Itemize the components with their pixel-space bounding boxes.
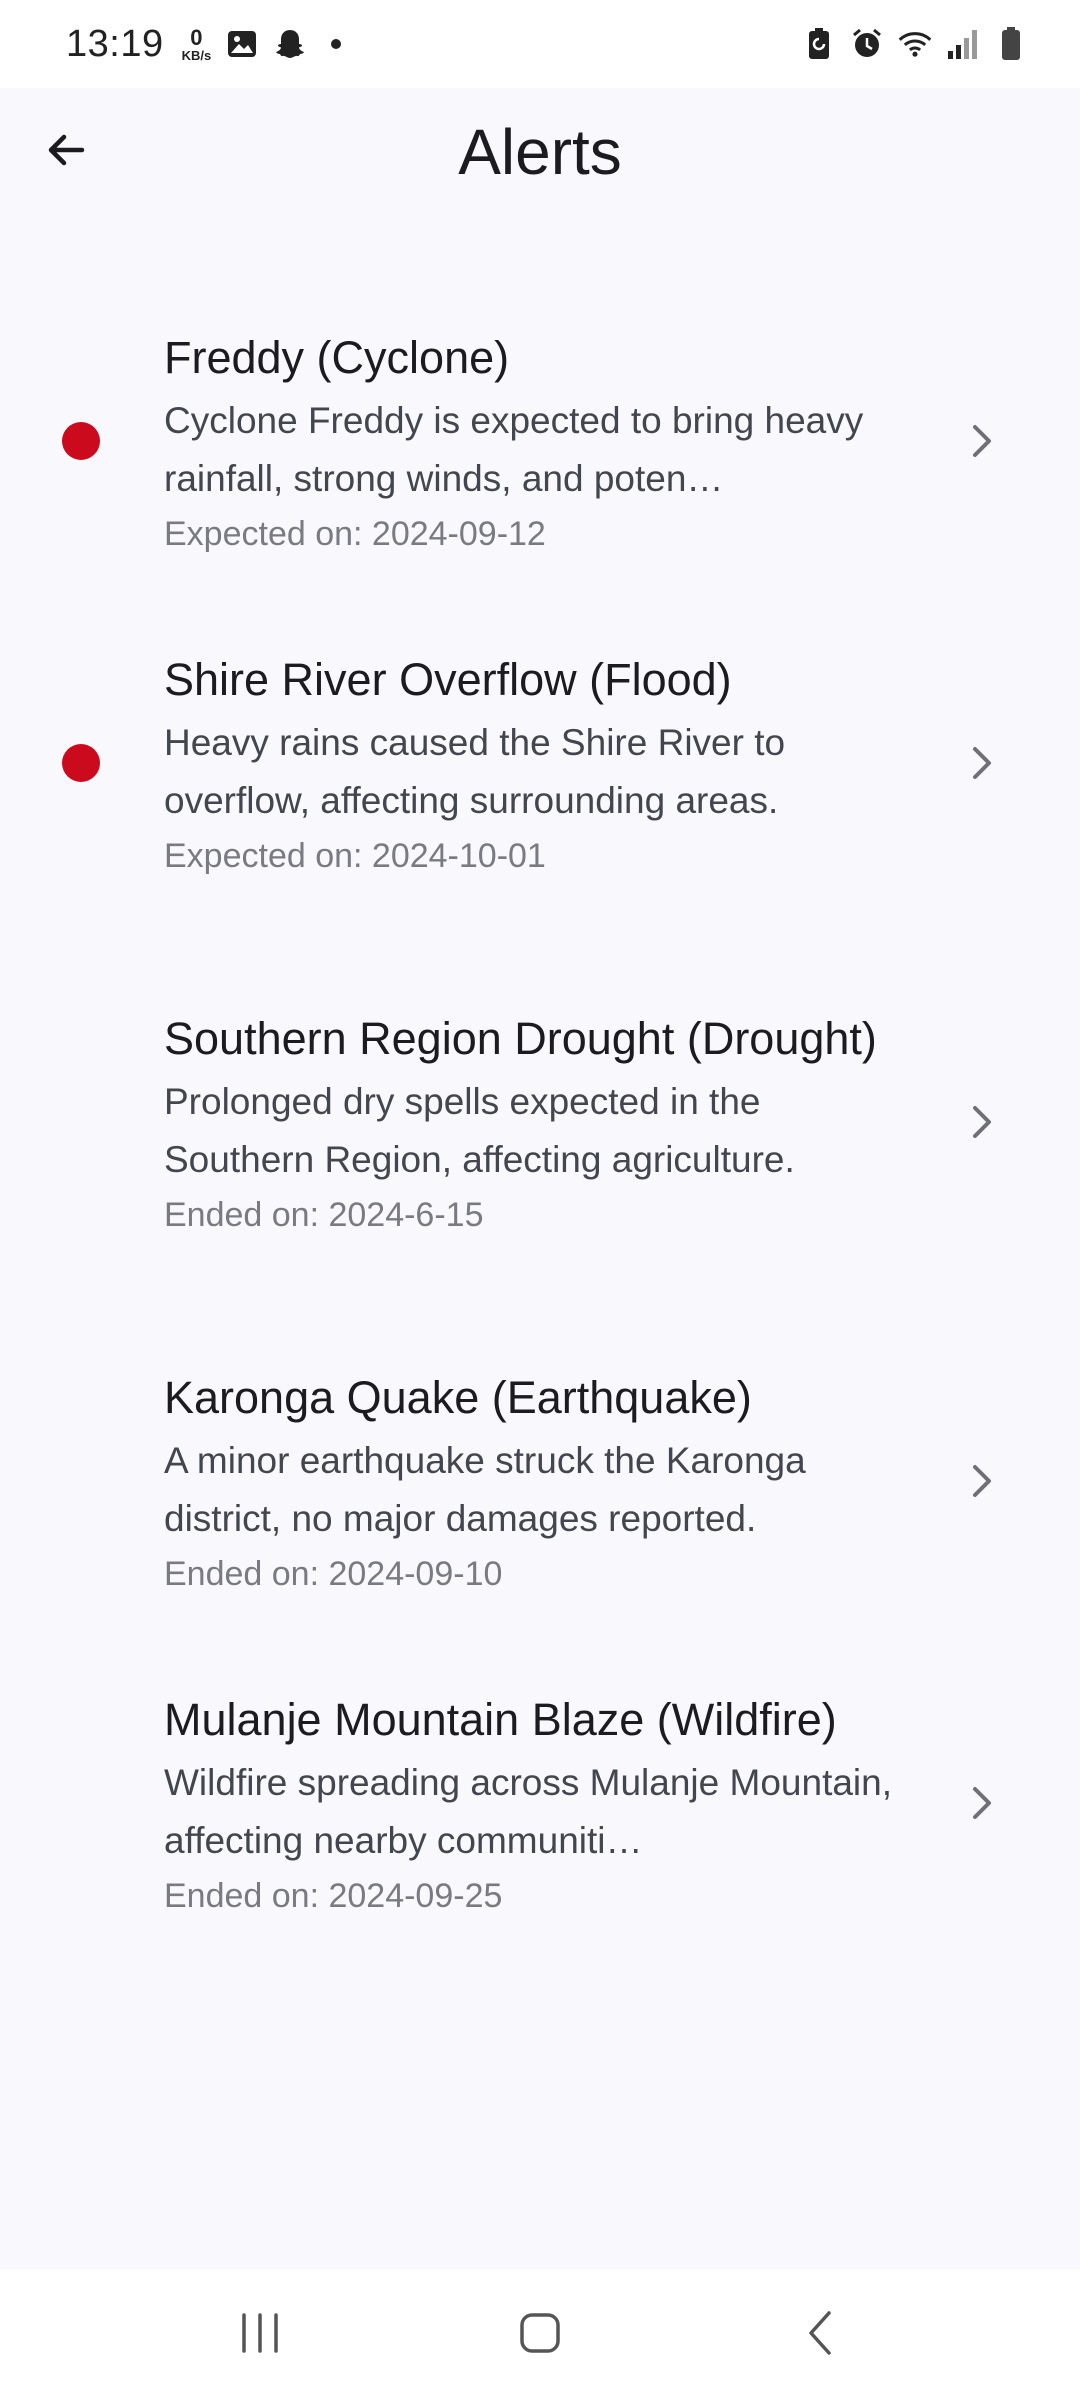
net-speed: 0 KB/s [181, 24, 212, 63]
notification-dot [331, 39, 342, 49]
recent-apps-button[interactable] [210, 2295, 310, 2375]
status-left: 13:19 0 KB/s [66, 22, 342, 66]
alert-item-karonga-quake[interactable]: Karonga Quake (Earthquake) A minor earth… [0, 1320, 1080, 1642]
alert-description: A minor earthquake struck the Karonga di… [164, 1439, 806, 1539]
active-alert-dot [62, 422, 100, 460]
alert-item-freddy[interactable]: Freddy (Cyclone) Cyclone Freddy is expec… [0, 280, 1080, 602]
alert-title: Shire River Overflow (Flood) [164, 653, 732, 705]
alert-title: Karonga Quake (Earthquake) [164, 1371, 752, 1423]
alarm-icon [850, 27, 884, 61]
app-bar: Alerts [0, 88, 1080, 216]
chevron-left-icon [805, 2309, 835, 2362]
alert-date: Ended on: 2024-09-25 [164, 1876, 503, 1915]
net-speed-unit: KB/s [181, 47, 212, 63]
gallery-icon [225, 27, 259, 61]
alert-date: Expected on: 2024-09-12 [164, 514, 546, 553]
alert-title: Mulanje Mountain Blaze (Wildfire) [164, 1693, 837, 1745]
alert-date: Expected on: 2024-10-01 [164, 836, 546, 875]
status-right [802, 27, 1028, 61]
alert-title: Freddy (Cyclone) [164, 331, 510, 383]
battery-saver-icon [802, 27, 836, 61]
status-bar: 13:19 0 KB/s [0, 0, 1080, 88]
home-icon [518, 2311, 562, 2360]
alert-description: Prolonged dry spells expected in the Sou… [164, 1080, 795, 1180]
page-title: Alerts [458, 116, 622, 188]
alert-date: Ended on: 2024-6-15 [164, 1195, 484, 1234]
chevron-right-icon [962, 743, 1002, 783]
net-speed-value: 0 [190, 24, 203, 50]
alert-description: Wildfire spreading across Mulanje Mounta… [164, 1761, 893, 1861]
status-time: 13:19 [66, 22, 164, 65]
chevron-right-icon [962, 1783, 1002, 1823]
wifi-icon [898, 27, 932, 61]
active-alert-dot [62, 744, 100, 782]
home-button[interactable] [490, 2295, 590, 2375]
signal-icon [946, 27, 980, 61]
snapchat-icon [273, 27, 307, 61]
alert-title: Southern Region Drought (Drought) [164, 1012, 877, 1064]
chevron-right-icon [962, 421, 1002, 461]
alert-item-southern-drought[interactable]: Southern Region Drought (Drought) Prolon… [0, 924, 1080, 1320]
alert-list: Freddy (Cyclone) Cyclone Freddy is expec… [0, 280, 1080, 1964]
chevron-right-icon [962, 1461, 1002, 1501]
back-button[interactable] [30, 116, 102, 188]
chevron-right-icon [962, 1102, 1002, 1142]
alert-description: Cyclone Freddy is expected to bring heav… [164, 399, 864, 499]
system-back-button[interactable] [770, 2295, 870, 2375]
system-nav-bar [0, 2270, 1080, 2400]
arrow-left-icon [42, 126, 90, 179]
alert-description: Heavy rains caused the Shire River to ov… [164, 721, 786, 821]
battery-icon [994, 27, 1028, 61]
recent-apps-icon [238, 2311, 282, 2360]
alert-date: Ended on: 2024-09-10 [164, 1554, 503, 1593]
alert-item-mulanje-blaze[interactable]: Mulanje Mountain Blaze (Wildfire) Wildfi… [0, 1642, 1080, 1964]
alert-item-shire-river[interactable]: Shire River Overflow (Flood) Heavy rains… [0, 602, 1080, 924]
